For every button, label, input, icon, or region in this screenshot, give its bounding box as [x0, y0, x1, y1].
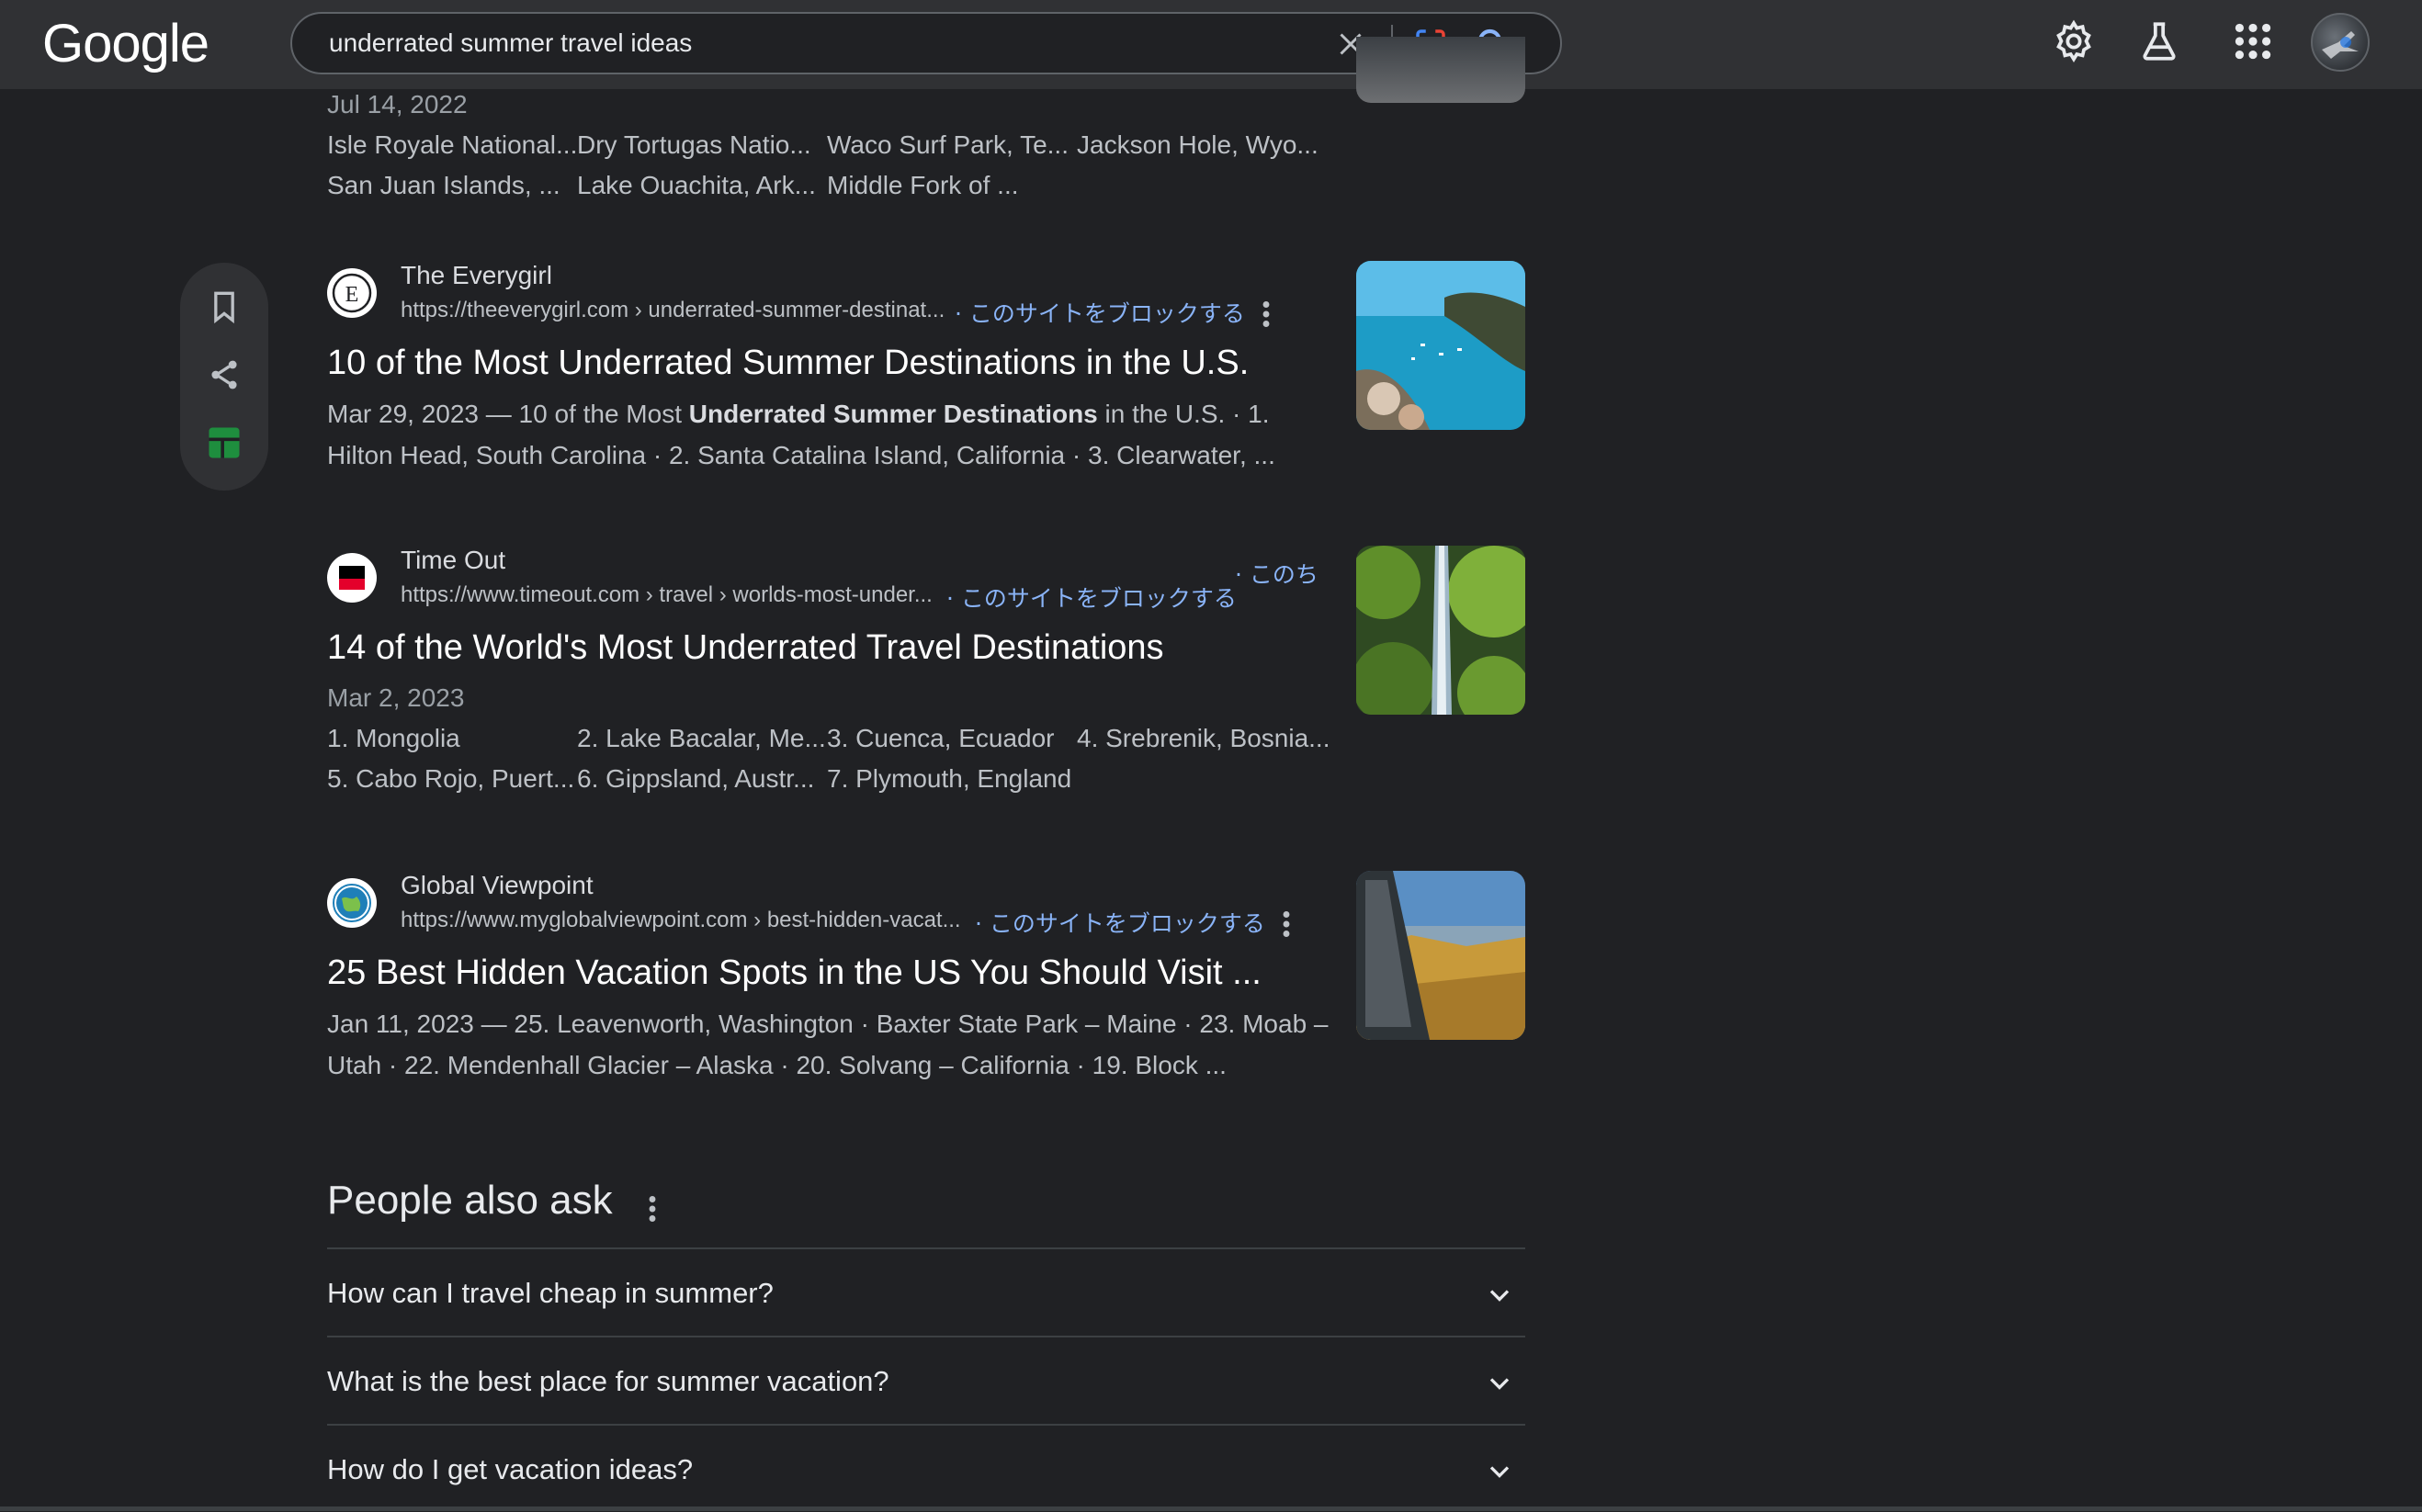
block-site-link[interactable]: · このサイトをブロックする — [975, 906, 1265, 939]
more-icon[interactable] — [1277, 908, 1296, 941]
paa-question-text: How can I travel cheap in summer? — [327, 1277, 774, 1309]
people-also-ask-heading: People also ask — [327, 1178, 613, 1223]
result-thumbnail[interactable] — [1356, 261, 1525, 430]
snippet-text: Utah · 22. Mendenhall Glacier – Alaska ·… — [327, 1051, 1227, 1079]
list-item: 2. Lake Bacalar, Me... — [577, 724, 826, 752]
block-site-link[interactable]: · このサイトをブロックする — [946, 581, 1237, 614]
search-input[interactable] — [329, 27, 1248, 60]
snippet-highlight: Underrated Summer Destinations — [688, 400, 1098, 428]
sitelink[interactable]: Waco Surf Park, Te... — [827, 125, 1069, 165]
result-snippet: Jan 11, 2023 — 25. Leavenworth, Washingt… — [327, 1003, 1338, 1086]
labs-icon[interactable] — [2136, 18, 2182, 64]
sitelink[interactable]: San Juan Islands, ... — [327, 165, 560, 206]
svg-text:E: E — [345, 283, 359, 307]
result-source[interactable]: Time Out https://www.timeout.com › trave… — [327, 544, 1522, 617]
result-source[interactable]: E The Everygirl https://theeverygirl.com… — [327, 259, 1522, 333]
search-result: E The Everygirl https://theeverygirl.com… — [327, 259, 1522, 476]
sitelink[interactable]: Isle Royale National... — [327, 125, 577, 165]
timeout-favicon — [327, 553, 377, 603]
settings-icon[interactable] — [2051, 18, 2097, 64]
list-row: 5. Cabo Rojo, Puert... 6. Gippsland, Aus… — [327, 759, 1522, 799]
sitelink[interactable]: Lake Ouachita, Ark... — [577, 165, 816, 206]
search-result: Global Viewpoint https://www.myglobalvie… — [327, 869, 1522, 1086]
sheets-icon[interactable] — [204, 423, 244, 463]
list-item: 7. Plymouth, England — [827, 764, 1072, 793]
top-bar: Google — [0, 0, 2422, 89]
snippet-text: Hilton Head, South Carolina · 2. Santa C… — [327, 441, 1275, 469]
result-partial: Jul 14, 2022 Isle Royale National... Dry… — [327, 85, 1522, 206]
google-logo[interactable]: Google — [42, 13, 209, 74]
more-icon[interactable] — [643, 1192, 662, 1225]
apps-icon[interactable] — [2230, 18, 2276, 64]
sitelink[interactable]: Jackson Hole, Wyo... — [1077, 125, 1319, 165]
bottom-divider — [0, 1506, 2422, 1511]
sitelinks-row: San Juan Islands, ... Lake Ouachita, Ark… — [327, 165, 1522, 206]
paa-question[interactable]: How do I get vacation ideas? — [327, 1424, 1525, 1512]
more-icon[interactable] — [1257, 298, 1275, 331]
result-title[interactable]: 10 of the Most Underrated Summer Destina… — [327, 340, 1522, 386]
result-thumbnail[interactable] — [1356, 546, 1525, 715]
paa-question[interactable]: How can I travel cheap in summer? — [327, 1247, 1525, 1336]
paa-question-text: What is the best place for summer vacati… — [327, 1365, 889, 1397]
snippet-text: Mar 29, 2023 — 10 of the Most — [327, 400, 689, 428]
result-thumbnail[interactable] — [1356, 871, 1525, 1040]
chevron-down-icon[interactable] — [1483, 1455, 1516, 1488]
chevron-down-icon[interactable] — [1483, 1279, 1516, 1312]
result-source[interactable]: Global Viewpoint https://www.myglobalvie… — [327, 869, 1522, 942]
waterfall-image — [1356, 546, 1525, 715]
list-item: 4. Srebrenik, Bosnia... — [1077, 724, 1330, 752]
car-window-landscape-image — [1356, 871, 1525, 1040]
paa-question[interactable]: What is the best place for summer vacati… — [327, 1336, 1525, 1424]
site-name: The Everygirl — [401, 261, 552, 289]
site-url: https://www.myglobalviewpoint.com › best… — [401, 908, 961, 932]
result-date: Mar 2, 2023 — [327, 683, 465, 712]
avatar-image — [2322, 31, 2359, 59]
list-item: 3. Cuenca, Ecuador — [827, 724, 1055, 752]
block-site-link[interactable]: · このサイトをブロックする — [955, 296, 1245, 329]
share-icon[interactable] — [204, 355, 244, 395]
block-site-link-overflow[interactable]: · このち — [1235, 557, 1319, 590]
site-name: Global Viewpoint — [401, 871, 594, 899]
list-row: 1. Mongolia 2. Lake Bacalar, Me... 3. Cu… — [327, 718, 1522, 759]
globalviewpoint-favicon — [327, 878, 377, 928]
coast-image — [1356, 261, 1525, 430]
list-item: 5. Cabo Rojo, Puert... — [327, 764, 575, 793]
result-title[interactable]: 25 Best Hidden Vacation Spots in the US … — [327, 950, 1522, 996]
everygirl-favicon: E — [327, 268, 377, 318]
result-snippet: Mar 29, 2023 — 10 of the Most Underrated… — [327, 393, 1338, 476]
bookmark-icon[interactable] — [204, 287, 244, 327]
paa-question-text: How do I get vacation ideas? — [327, 1453, 694, 1485]
result-thumbnail[interactable] — [1356, 37, 1525, 103]
sitelinks-row: Isle Royale National... Dry Tortugas Nat… — [327, 125, 1522, 165]
site-name: Time Out — [401, 546, 506, 574]
result-date: Jul 14, 2022 — [327, 90, 468, 118]
site-url: https://www.timeout.com › travel › world… — [401, 582, 933, 607]
result-actions-panel — [180, 263, 268, 491]
list-item: 6. Gippsland, Austr... — [577, 764, 815, 793]
list-item: 1. Mongolia — [327, 724, 460, 752]
snippet-text: Jan 11, 2023 — 25. Leavenworth, Washingt… — [327, 1010, 1329, 1038]
search-result: Time Out https://www.timeout.com › trave… — [327, 544, 1522, 799]
account-avatar[interactable] — [2311, 13, 2370, 72]
sitelink[interactable]: Middle Fork of ... — [827, 165, 1019, 206]
chevron-down-icon[interactable] — [1483, 1367, 1516, 1400]
result-title[interactable]: 14 of the World's Most Underrated Travel… — [327, 625, 1522, 671]
site-url: https://theeverygirl.com › underrated-su… — [401, 298, 945, 322]
snippet-text: in the U.S. · 1. — [1097, 400, 1270, 428]
sitelink[interactable]: Dry Tortugas Natio... — [577, 125, 811, 165]
